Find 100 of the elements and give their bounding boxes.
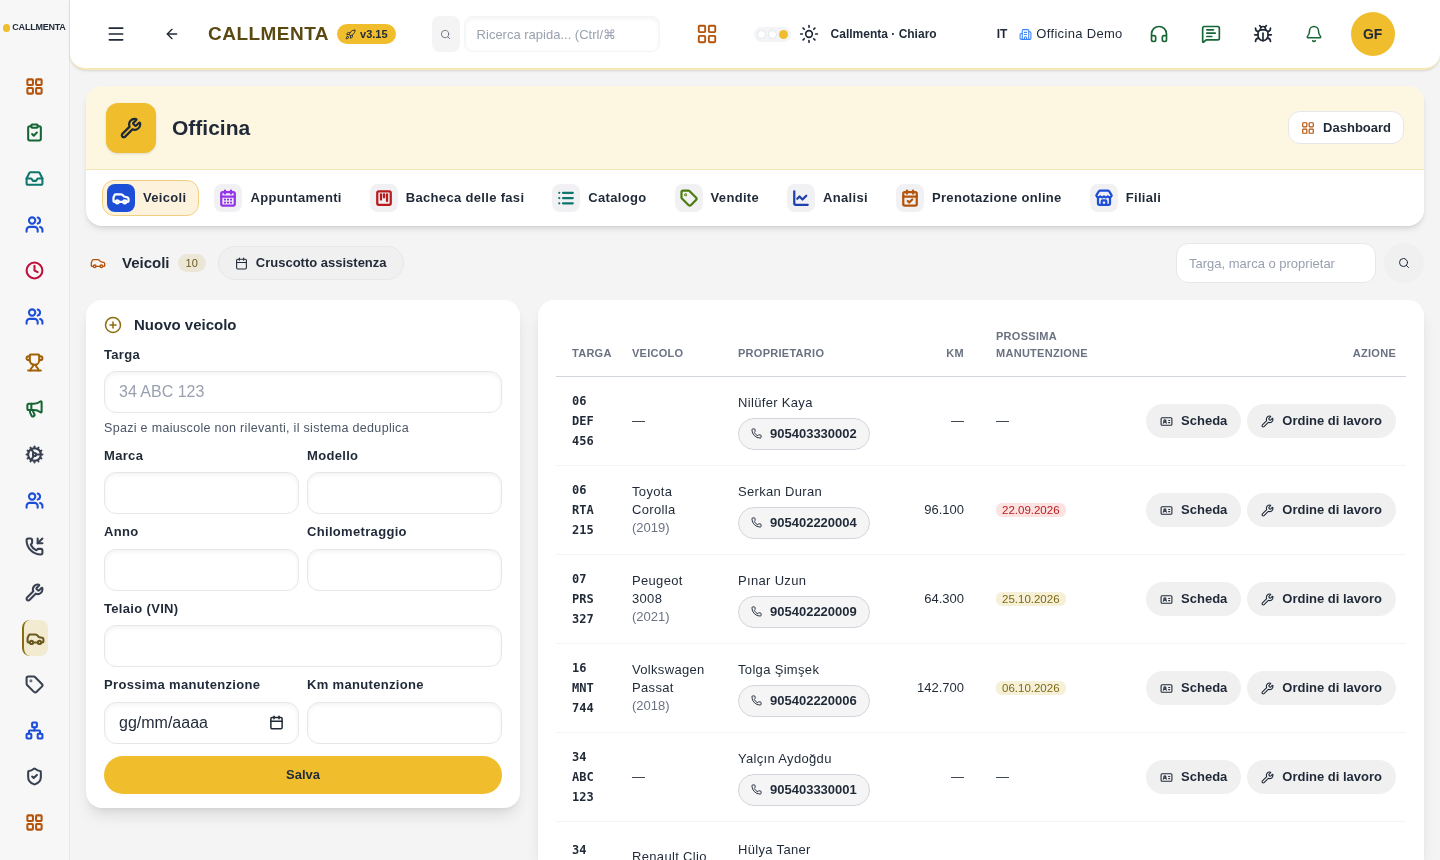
wrench-icon xyxy=(106,102,156,153)
input-field[interactable] xyxy=(307,548,502,591)
tab[interactable]: Prenotazione online xyxy=(891,180,1075,216)
wrench-icon xyxy=(1261,770,1275,784)
column-header: VEICOLO xyxy=(632,345,685,361)
details-button[interactable]: Scheda xyxy=(1146,671,1242,705)
phone-button[interactable]: 905402220009 xyxy=(738,596,870,628)
wrench-icon xyxy=(1261,503,1275,517)
form-title: Nuovo veicolo xyxy=(134,315,237,335)
calendar-icon xyxy=(234,256,248,270)
field-label: Km manutenzione xyxy=(307,676,425,695)
plate-cell-text: 07 PRS 327 xyxy=(571,571,595,628)
vehicle-cell-text: — xyxy=(632,768,647,786)
version-badge: v3.15 xyxy=(337,23,396,45)
tab[interactable]: Catalogo xyxy=(547,180,660,216)
back-button[interactable] xyxy=(164,26,180,42)
owner-name: Hülya Taner xyxy=(738,841,811,859)
tab[interactable]: Veicoli xyxy=(102,180,200,216)
input-field[interactable] xyxy=(307,472,502,515)
work-order-button[interactable]: Ordine di lavoro xyxy=(1247,493,1396,527)
headset-icon xyxy=(1148,24,1169,44)
field-label: Chilometraggio xyxy=(307,523,408,542)
owner-name: Serkan Duran xyxy=(738,482,823,501)
save-button[interactable]: Salva xyxy=(104,755,502,794)
column-header: PROPRIETARIO xyxy=(738,345,826,361)
field-label: Anno xyxy=(104,523,140,542)
phone-button[interactable]: 905402220006 xyxy=(738,685,870,717)
km-cell-text: 64.300 xyxy=(923,590,964,609)
column-header: KM xyxy=(945,345,964,361)
assist-button[interactable]: Cruscotto assistenza xyxy=(217,246,404,280)
date-placeholder: gg/mm/aaaa xyxy=(119,712,208,733)
field-label: Modello xyxy=(307,446,360,465)
apps-button[interactable] xyxy=(695,23,718,45)
search-field[interactable]: Ricerca rapida... (Ctrl/⌘ xyxy=(463,16,660,52)
plate-cell-text: 34 xyxy=(571,842,588,859)
theme-toggle[interactable] xyxy=(753,26,791,42)
maintenance-cell: — xyxy=(996,769,1009,785)
year-cell-text: (2021) xyxy=(632,608,671,626)
input-field[interactable] xyxy=(104,548,299,591)
vehicle-cell-text: Volkswagen Passat xyxy=(632,661,706,697)
phone-icon xyxy=(751,428,762,440)
id-card-icon xyxy=(1160,503,1174,517)
field-label: Prossima manutenzione xyxy=(104,676,262,695)
sidebar-item[interactable] xyxy=(21,620,48,656)
language-label[interactable]: IT xyxy=(996,25,1008,43)
vehicle-cell-text: — xyxy=(632,412,647,430)
phone-button[interactable]: 905403330001 xyxy=(738,774,870,806)
support-button[interactable] xyxy=(1148,24,1169,44)
phone-icon xyxy=(751,606,762,618)
input-field[interactable]: 34 ABC 123 xyxy=(104,371,502,413)
tab[interactable]: Analisi xyxy=(782,180,881,216)
user-avatar[interactable]: GF xyxy=(1350,12,1395,56)
messages-button[interactable] xyxy=(1200,24,1221,44)
work-order-button[interactable]: Ordine di lavoro xyxy=(1247,582,1396,616)
year-cell-text: (2019) xyxy=(632,519,671,537)
phone-button[interactable]: 905402220004 xyxy=(738,507,870,539)
column-header: PROSSIMA MANUTENZIONE xyxy=(995,329,1089,361)
work-order-button[interactable]: Ordine di lavoro xyxy=(1247,760,1396,794)
chat-icon xyxy=(1200,24,1221,44)
input-field[interactable] xyxy=(104,625,502,668)
details-button[interactable]: Scheda xyxy=(1146,582,1242,616)
sun-icon xyxy=(798,24,819,44)
work-order-button[interactable]: Ordine di lavoro xyxy=(1247,671,1396,705)
field-label: Targa xyxy=(104,345,142,364)
wrench-icon xyxy=(1261,592,1275,606)
logo: CALLMENTA xyxy=(12,21,66,35)
tab[interactable]: Bacheca delle fasi xyxy=(364,180,538,216)
bug-button[interactable] xyxy=(1252,24,1273,44)
column-header: TARGA xyxy=(571,345,613,361)
field-label: Marca xyxy=(104,446,145,465)
menu-icon xyxy=(106,24,126,44)
plate-cell-text: 06 DEF 456 xyxy=(571,393,595,450)
search-icon xyxy=(431,16,460,52)
input-field[interactable] xyxy=(104,472,299,515)
grid-icon xyxy=(695,23,718,45)
input-field[interactable] xyxy=(307,701,502,744)
owner-name: Yalçın Aydoğdu xyxy=(738,749,832,768)
work-order-button[interactable]: Ordine di lavoro xyxy=(1247,404,1396,438)
page-title: Officina xyxy=(172,114,252,141)
km-cell-text: — xyxy=(950,768,964,787)
tab[interactable]: Filiali xyxy=(1084,180,1175,216)
details-button[interactable]: Scheda xyxy=(1146,404,1242,438)
phone-button[interactable]: 905403330002 xyxy=(738,418,870,450)
details-button[interactable]: Scheda xyxy=(1146,493,1242,527)
grid-icon xyxy=(1301,120,1316,135)
search-field[interactable]: Targa, marca o proprietar xyxy=(1176,243,1376,283)
company-label[interactable]: Officina Demo xyxy=(1036,24,1123,44)
date-field[interactable]: gg/mm/aaaa xyxy=(104,701,299,744)
plate-cell-text: 06 RTA 215 xyxy=(571,482,595,539)
dashboard-button[interactable]: Dashboard xyxy=(1288,110,1404,145)
menu-button[interactable] xyxy=(106,24,126,44)
wrench-icon xyxy=(1261,414,1275,428)
details-button[interactable]: Scheda xyxy=(1146,760,1242,794)
tab[interactable]: Appuntamenti xyxy=(209,180,355,216)
bell-icon xyxy=(1304,25,1323,43)
owner-name: Nilüfer Kaya xyxy=(738,393,813,412)
tab[interactable]: Vendite xyxy=(669,180,773,216)
id-card-icon xyxy=(1160,414,1174,428)
notifications-button[interactable] xyxy=(1304,25,1323,43)
maintenance-badge: 06.10.2026 xyxy=(996,681,1066,696)
